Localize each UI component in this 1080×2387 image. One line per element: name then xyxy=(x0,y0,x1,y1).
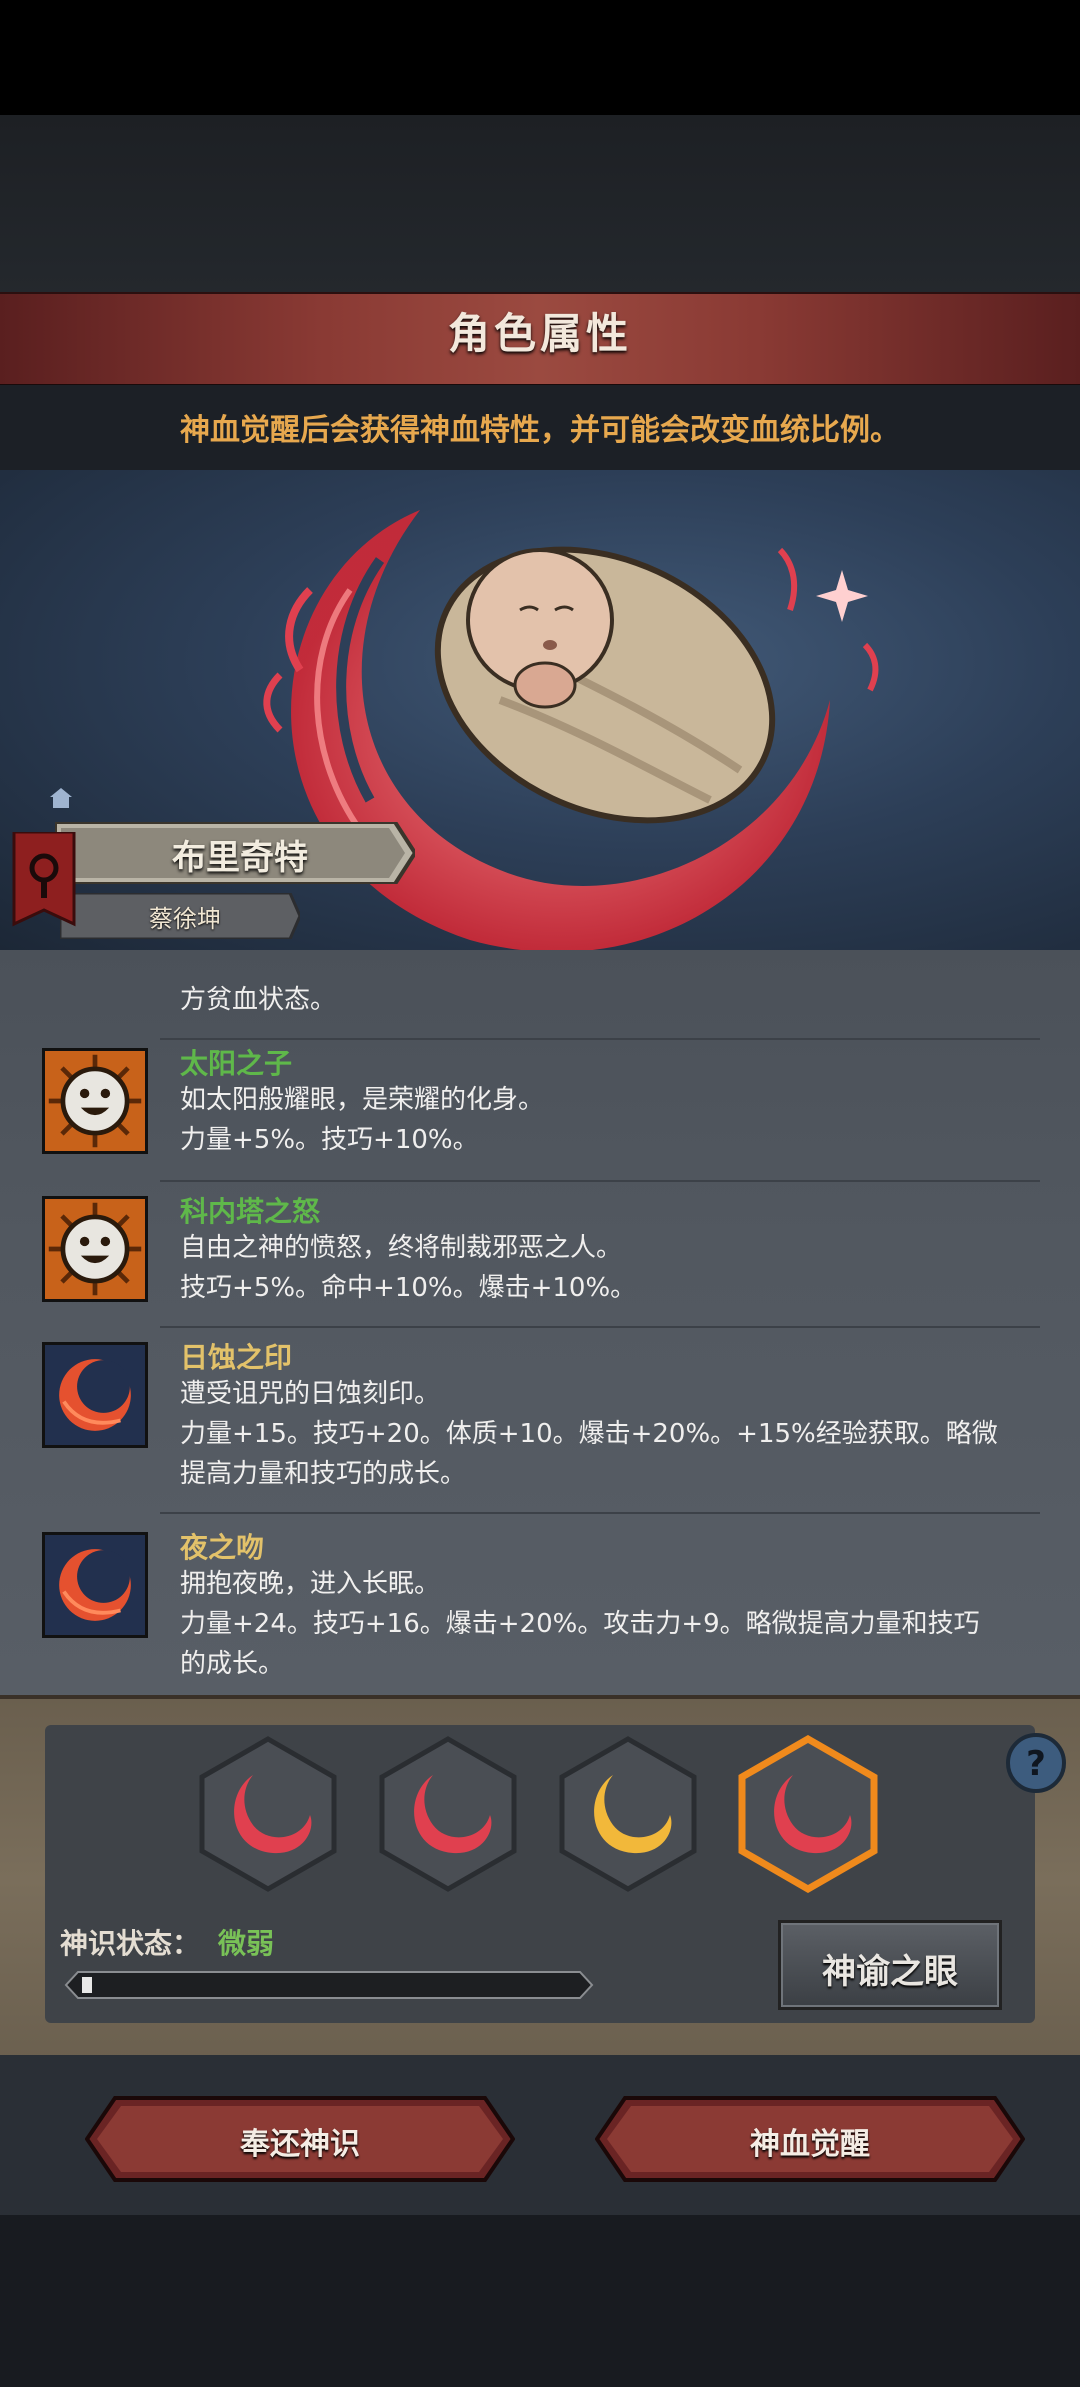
sparkle-icon xyxy=(816,570,868,622)
trait-effect: 力量+15。技巧+20。体质+10。爆击+20%。+15%经验获取。略微 xyxy=(180,1419,998,1449)
top-band xyxy=(0,115,1080,295)
trait-effect: 力量+5%。技巧+10%。 xyxy=(180,1125,479,1155)
trait-effect-cont: 的成长。 xyxy=(180,1649,285,1679)
trait-desc: 遭受诅咒的日蚀刻印。 xyxy=(180,1379,441,1409)
oracle-eye-label: 神谕之眼 xyxy=(822,1952,958,1992)
trait-effect: 技巧+5%。命中+10%。爆击+10%。 xyxy=(180,1273,637,1303)
trait-desc: 自由之神的愤怒，终将制裁邪恶之人。 xyxy=(180,1233,623,1263)
trait-list[interactable]: 方贫血状态。 太阳之子 如太阳般耀眼，是荣耀的化身。 力量+5%。技巧+10%。… xyxy=(0,950,1080,1695)
trait-title: 夜之吻 xyxy=(180,1531,265,1564)
progress-fill xyxy=(82,1977,92,1993)
house-icon xyxy=(50,788,72,808)
trait-partial-text: 方贫血状态。 xyxy=(180,985,337,1015)
row-divider xyxy=(160,1038,1040,1040)
trait-title: 太阳之子 xyxy=(180,1047,293,1080)
faction-banner-icon xyxy=(12,832,76,927)
trait-title: 日蚀之印 xyxy=(180,1341,293,1374)
trait-effect-cont: 提高力量和技巧的成长。 xyxy=(180,1459,467,1489)
row-divider xyxy=(160,1512,1040,1514)
divine-slot-1[interactable] xyxy=(198,1735,338,1893)
character-subname: 蔡徐坤 xyxy=(149,905,221,933)
baby-bundle xyxy=(434,546,776,824)
nav-area xyxy=(0,2215,1080,2387)
status-bar-area xyxy=(0,0,1080,115)
return-divine-label: 奉还神识 xyxy=(240,2127,360,2162)
row-divider xyxy=(160,1326,1040,1328)
sun-face-icon xyxy=(42,1048,148,1154)
eclipse-swirl-icon xyxy=(42,1532,148,1638)
trait-effect: 力量+24。技巧+16。爆击+20%。攻击力+9。略微提高力量和技巧 xyxy=(180,1609,980,1639)
divine-slot-3[interactable] xyxy=(558,1735,698,1893)
row-divider xyxy=(160,1180,1040,1182)
svg-text:?: ? xyxy=(1026,1744,1046,1784)
trait-title: 科内塔之怒 xyxy=(180,1195,321,1228)
subtitle-text: 神血觉醒后会获得神血特性，并可能会改变血统比例。 xyxy=(180,413,900,448)
page-title: 角色属性 xyxy=(447,309,632,358)
divine-state-value: 微弱 xyxy=(218,1927,275,1960)
divine-slot-4-selected[interactable] xyxy=(738,1735,878,1893)
eclipse-swirl-icon xyxy=(42,1342,148,1448)
sun-face-icon xyxy=(42,1196,148,1302)
blood-awaken-label: 神血觉醒 xyxy=(750,2127,870,2162)
divine-slot-2[interactable] xyxy=(378,1735,518,1893)
question-icon[interactable]: ? xyxy=(1005,1732,1067,1794)
divine-progress-bar xyxy=(64,1971,594,1999)
trait-desc: 拥抱夜晚，进入长眠。 xyxy=(180,1569,441,1599)
divine-state-label: 神识状态： xyxy=(60,1927,201,1960)
character-name: 布里奇特 xyxy=(172,838,308,878)
trait-desc: 如太阳般耀眼，是荣耀的化身。 xyxy=(180,1085,545,1115)
